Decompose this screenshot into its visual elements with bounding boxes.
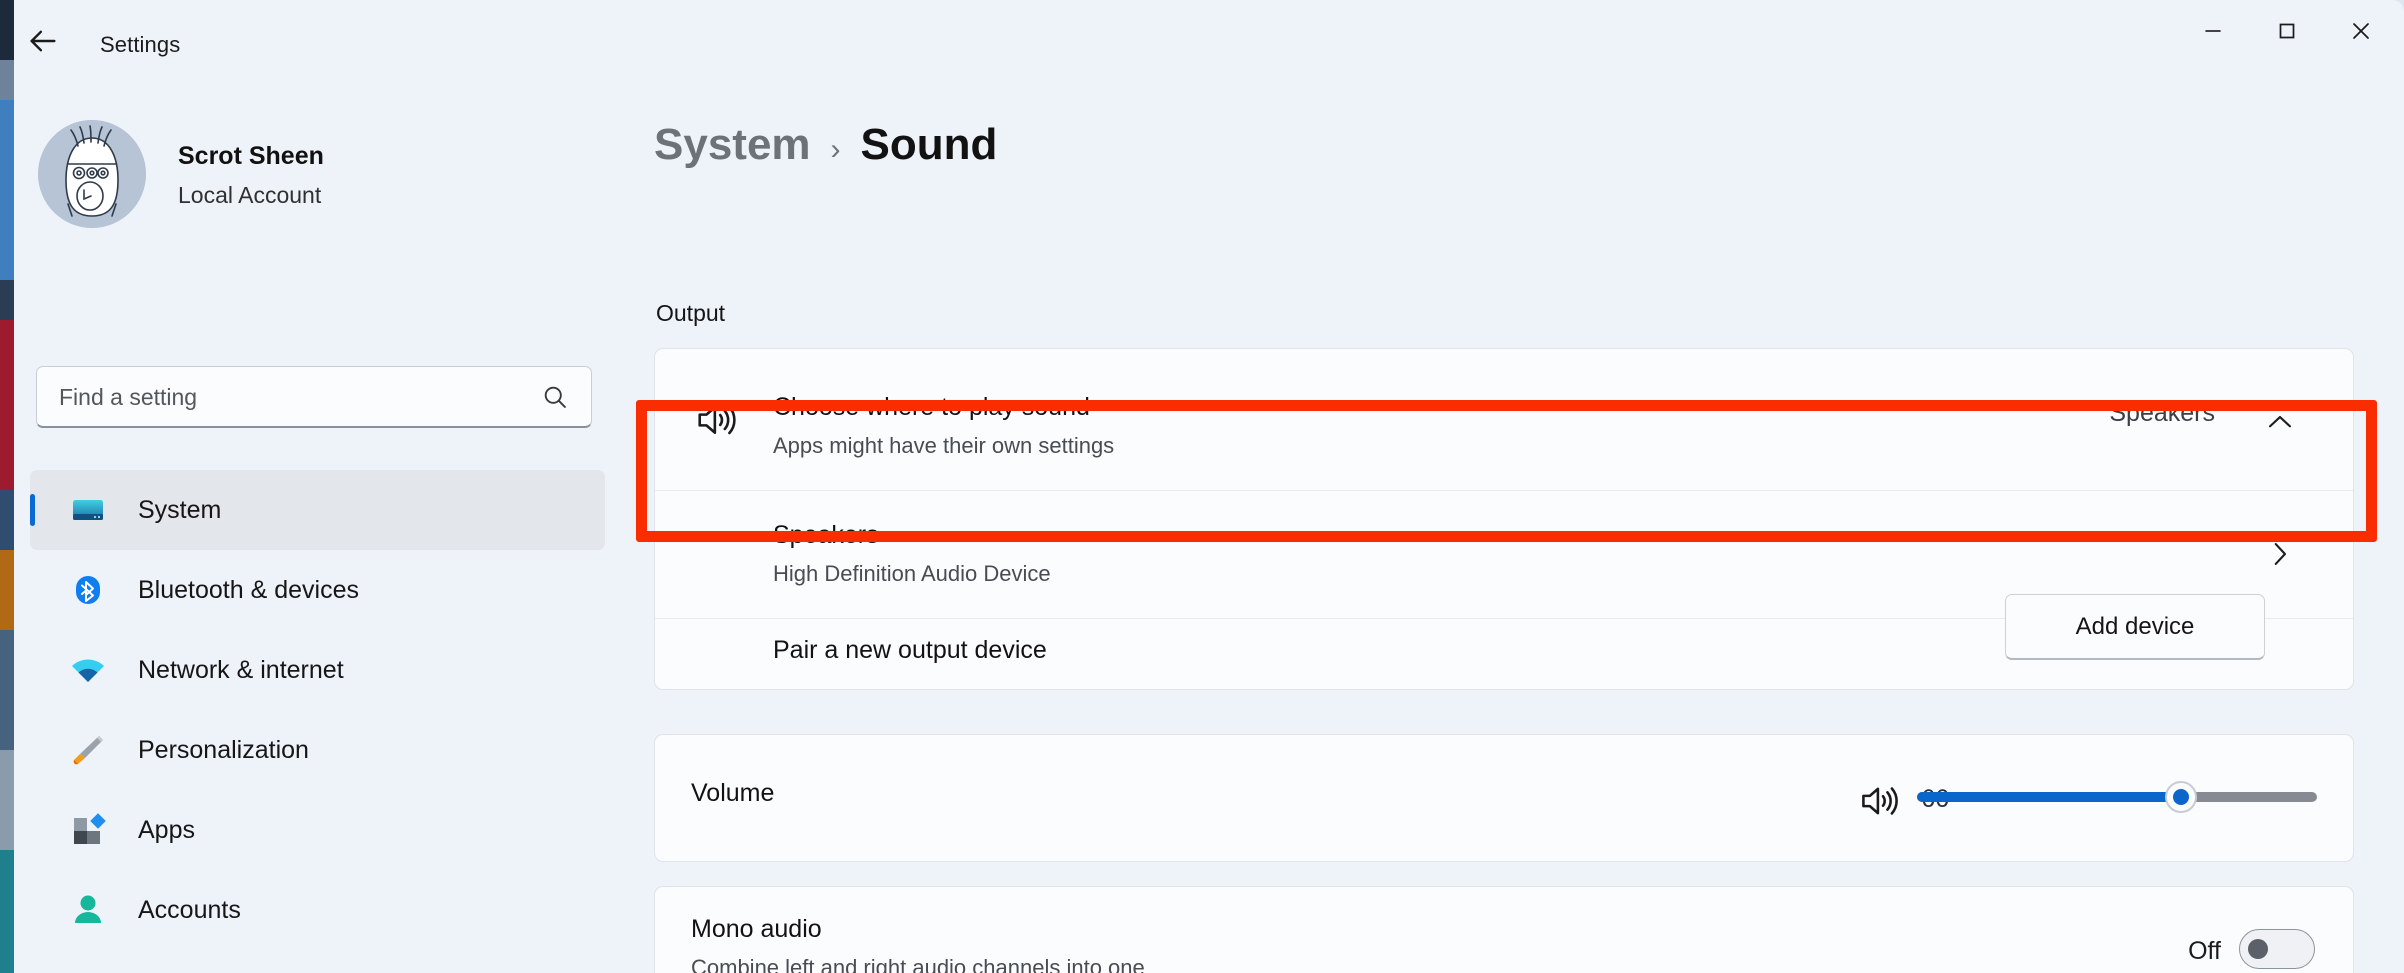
title-bar: Settings (0, 0, 2404, 80)
breadcrumb-separator: › (830, 133, 841, 166)
wifi-icon (66, 648, 110, 692)
sidebar-nav: System Bluetooth & devices Network & int… (30, 470, 605, 973)
back-arrow-icon (26, 24, 60, 58)
desktop-edge-strip (0, 0, 14, 973)
choose-output-subtitle: Apps might have their own settings (773, 433, 1115, 458)
section-title-output: Output (656, 300, 726, 326)
sidebar-item-label: Personalization (138, 735, 309, 764)
volume-thumb[interactable] (2165, 781, 2197, 813)
speakers-device-subtitle: High Definition Audio Device (773, 561, 1051, 586)
volume-label: Volume (691, 779, 775, 807)
toggle-knob (2248, 939, 2268, 959)
volume-slider[interactable] (1917, 781, 2317, 813)
sidebar-item-label: Accounts (138, 895, 241, 924)
content-area: System › Sound Output Choose where to pl… (620, 80, 2404, 973)
sidebar-item-apps[interactable]: Apps (30, 790, 605, 870)
bluetooth-icon (66, 568, 110, 612)
clock-globe-icon (66, 968, 110, 973)
brush-icon (66, 728, 110, 772)
mono-audio-card: Mono audio Combine left and right audio … (654, 886, 2354, 973)
breadcrumb: System › Sound (654, 120, 997, 170)
breadcrumb-parent[interactable]: System (654, 120, 811, 170)
profile-subtitle: Local Account (178, 182, 322, 208)
speaker-icon (693, 397, 739, 443)
maximize-button[interactable] (2250, 0, 2324, 62)
avatar (38, 120, 146, 228)
choose-output-value: Speakers (2109, 399, 2215, 427)
app-title: Settings (100, 32, 181, 57)
volume-fill (1917, 792, 2181, 802)
speakers-device-title: Speakers (773, 521, 879, 549)
mono-audio-label: Mono audio (691, 915, 822, 943)
minimize-icon (2200, 18, 2226, 44)
page-title: Sound (860, 120, 998, 169)
search-icon[interactable] (541, 383, 569, 411)
chevron-up-icon[interactable] (2263, 405, 2297, 439)
close-button[interactable] (2324, 0, 2398, 62)
apps-icon (66, 808, 110, 852)
sidebar-item-label: Bluetooth & devices (138, 575, 359, 604)
sidebar-item-system[interactable]: System (30, 470, 605, 550)
search-box[interactable] (36, 366, 592, 428)
profile-name: Scrot Sheen (178, 142, 324, 170)
minimize-button[interactable] (2176, 0, 2250, 62)
choose-output-row[interactable]: Choose where to play sound Apps might ha… (655, 349, 2353, 491)
search-input[interactable] (59, 367, 519, 427)
mono-audio-state: Off (2188, 937, 2221, 965)
mono-audio-subtitle: Combine left and right audio channels in… (691, 955, 1145, 973)
pair-device-label: Pair a new output device (773, 636, 1047, 664)
user-profile[interactable]: Scrot Sheen Local Account (38, 120, 558, 230)
close-icon (2347, 17, 2375, 45)
sidebar-item-network-internet[interactable]: Network & internet (30, 630, 605, 710)
sidebar-item-label: System (138, 495, 222, 524)
sidebar: Scrot Sheen Local Account Find a setting… (0, 80, 620, 973)
pair-device-row: Pair a new output device Add device (655, 594, 2353, 691)
sidebar-item-accounts[interactable]: Accounts (30, 870, 605, 950)
monitor-icon (66, 488, 110, 532)
sidebar-item-time-language[interactable]: Time & language (30, 950, 605, 973)
add-device-button[interactable]: Add device (2005, 594, 2265, 660)
settings-window: Settings Scrot Sheen Local Account Find … (0, 0, 2404, 973)
sidebar-item-label: Network & internet (138, 655, 344, 684)
output-card: Choose where to play sound Apps might ha… (654, 348, 2354, 690)
back-button[interactable] (20, 18, 66, 64)
person-icon (66, 888, 110, 932)
chevron-right-icon[interactable] (2263, 537, 2297, 571)
volume-card: Volume 66 (654, 734, 2354, 862)
sidebar-item-label: Apps (138, 815, 195, 844)
sidebar-item-bluetooth-devices[interactable]: Bluetooth & devices (30, 550, 605, 630)
choose-output-title: Choose where to play sound (773, 393, 1090, 421)
maximize-icon (2274, 18, 2300, 44)
mono-audio-toggle[interactable] (2239, 929, 2315, 969)
sidebar-item-personalization[interactable]: Personalization (30, 710, 605, 790)
